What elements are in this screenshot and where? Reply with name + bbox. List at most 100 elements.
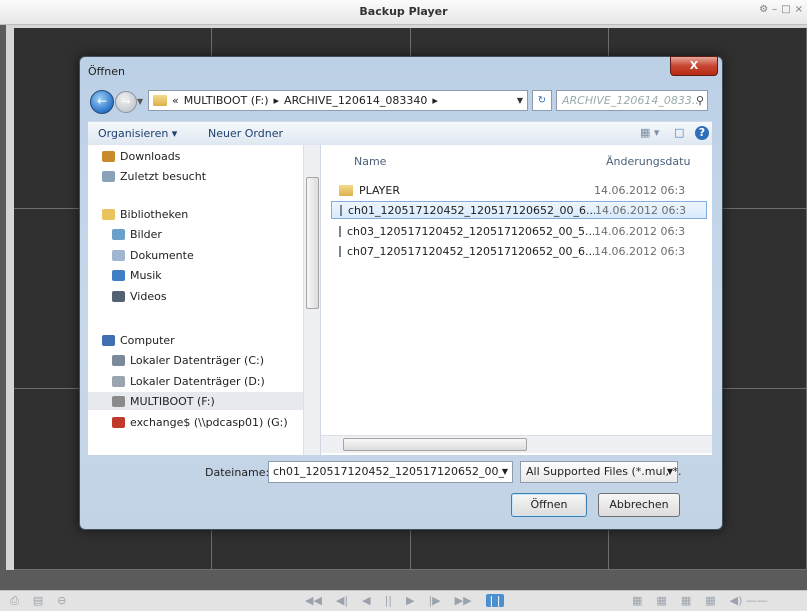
window-controls: ⚙ – □ × — [759, 4, 803, 15]
nav-item-videos[interactable]: Videos — [112, 287, 167, 305]
navigation-row: ← → ▼ « MULTIBOOT (F:) ▸ ARCHIVE_120614_… — [90, 89, 710, 115]
sync-play-icon[interactable]: | | — [485, 594, 505, 607]
nav-item-documents[interactable]: Dokumente — [112, 246, 194, 264]
nav-item-label: MULTIBOOT (F:) — [130, 394, 215, 408]
open-button[interactable]: Öffnen — [511, 493, 587, 517]
nav-item-downloads[interactable]: Downloads — [102, 147, 180, 165]
file-row-ch01[interactable]: ch01_120517120452_120517120652_00_6... 1… — [331, 201, 707, 219]
breadcrumb-separator[interactable]: ▸ — [274, 94, 280, 107]
file-list-pane: Name Änderungsdatu PLAYER 14.06.2012 06:… — [321, 145, 712, 455]
drive-f-icon — [112, 395, 125, 407]
chevron-down-icon[interactable]: ▼ — [667, 462, 673, 482]
cancel-button[interactable]: Abbrechen — [598, 493, 680, 517]
refresh-button[interactable]: ↻ — [532, 90, 552, 111]
file-list-scroll-thumb[interactable] — [343, 438, 527, 451]
nav-item-music[interactable]: Musik — [112, 266, 162, 284]
rewind-icon[interactable]: ◀ — [362, 594, 370, 607]
file-row-player[interactable]: PLAYER 14.06.2012 06:3 — [331, 181, 707, 199]
preview-pane-icon[interactable]: □ — [674, 126, 684, 139]
chevron-down-icon[interactable]: ▼ — [502, 462, 508, 482]
nav-item-label: Bibliotheken — [120, 207, 189, 221]
computer-icon — [102, 334, 115, 346]
file-type-select[interactable]: All Supported Files (*.mul, *. ▼ — [520, 461, 682, 483]
organize-button[interactable]: Organisieren ▾ — [98, 127, 177, 140]
nav-pane-scrollbar[interactable] — [303, 145, 320, 455]
layout-9-icon[interactable]: ▦ — [681, 594, 691, 607]
nav-item-computer[interactable]: Computer — [102, 331, 175, 349]
nav-item-network-drive[interactable]: exchange$ (\\pdcasp01) (G:) — [112, 413, 288, 431]
recent-pages-dropdown[interactable]: ▼ — [137, 97, 143, 106]
breadcrumb-segment[interactable]: MULTIBOOT (F:) — [184, 94, 269, 107]
nav-item-label: Dokumente — [130, 248, 194, 262]
close-icon[interactable]: × — [795, 4, 803, 15]
dialog-footer: Dateiname: ch01_120517120452_12051712065… — [88, 455, 712, 521]
layout-4-icon[interactable]: ▦ — [656, 594, 666, 607]
file-date: 14.06.2012 06:3 — [595, 203, 687, 217]
help-icon[interactable]: ? — [695, 126, 709, 140]
dialog-close-button[interactable]: X — [670, 56, 718, 76]
file-name: ch07_120517120452_120517120652_00_6... — [347, 244, 594, 258]
filename-input[interactable]: ch01_120517120452_120517120652_00_ ▼ — [268, 461, 513, 483]
zoom-out-icon[interactable]: ⊖ — [57, 594, 66, 608]
breadcrumb-separator[interactable]: ▸ — [432, 94, 438, 107]
navigation-pane: Downloads Zuletzt besucht Bibliotheken B… — [88, 145, 321, 455]
documents-icon — [112, 249, 125, 261]
nav-item-label: Zuletzt besucht — [120, 169, 207, 183]
file-icon — [339, 225, 341, 237]
search-input[interactable]: ARCHIVE_120614_0833... ⚲ — [556, 90, 708, 111]
step-back-icon[interactable]: ◀| — [336, 594, 348, 607]
drive-c-icon — [112, 354, 125, 366]
minimize-icon[interactable]: – — [772, 4, 777, 15]
file-type-value: All Supported Files (*.mul, *. — [526, 465, 682, 478]
step-forward-icon[interactable]: |▶ — [428, 594, 440, 607]
view-options-icon[interactable]: ▦ ▾ — [640, 126, 659, 139]
pause-icon[interactable]: || — [385, 594, 392, 607]
nav-pane-scroll-thumb[interactable] — [306, 177, 319, 309]
nav-item-label: Downloads — [120, 149, 181, 163]
layout-controls: ▦ ▦ ▦ ▦ ◀) —— — [632, 594, 768, 607]
fast-forward-icon[interactable]: ▶▶ — [455, 594, 472, 607]
toolbar-left-group: ⎙ ▤ ⊖ — [10, 594, 66, 608]
nav-item-pictures[interactable]: Bilder — [112, 225, 162, 243]
address-bar[interactable]: « MULTIBOOT (F:) ▸ ARCHIVE_120614_083340… — [148, 90, 528, 111]
nav-item-libraries[interactable]: Bibliotheken — [102, 205, 188, 223]
back-button[interactable]: ← — [90, 90, 114, 114]
new-folder-button[interactable]: Neuer Ordner — [208, 127, 283, 140]
record-icon[interactable]: ▤ — [33, 594, 43, 608]
maximize-icon[interactable]: □ — [781, 4, 790, 15]
nav-item-label: Musik — [130, 268, 162, 282]
layout-16-icon[interactable]: ▦ — [705, 594, 715, 607]
layout-1-icon[interactable]: ▦ — [632, 594, 642, 607]
filename-value: ch01_120517120452_120517120652_00_ — [273, 465, 504, 478]
nav-item-recent[interactable]: Zuletzt besucht — [102, 167, 206, 185]
file-list-hscrollbar[interactable] — [321, 435, 712, 453]
address-dropdown-icon[interactable]: ▼ — [513, 96, 527, 105]
file-row-ch07[interactable]: ch07_120517120452_120517120652_00_6... 1… — [331, 242, 707, 260]
file-date: 14.06.2012 06:3 — [594, 224, 686, 238]
volume-slider[interactable]: ◀) —— — [730, 594, 768, 607]
pictures-icon — [112, 228, 125, 240]
column-header-modified[interactable]: Änderungsdatu — [606, 155, 690, 168]
play-icon[interactable]: ▶ — [406, 594, 414, 607]
forward-button[interactable]: → — [115, 91, 137, 113]
breadcrumb-segment[interactable]: ARCHIVE_120614_083340 — [284, 94, 427, 107]
player-title: Backup Player — [359, 5, 448, 18]
rewind-fast-icon[interactable]: ◀◀ — [305, 594, 322, 607]
nav-item-drive-c[interactable]: Lokaler Datenträger (C:) — [112, 351, 264, 369]
libraries-icon — [102, 208, 115, 220]
search-icon[interactable]: ⚲ — [696, 91, 704, 110]
file-row-ch03[interactable]: ch03_120517120452_120517120652_00_5... 1… — [331, 222, 707, 240]
search-placeholder: ARCHIVE_120614_0833... — [562, 94, 703, 107]
open-file-dialog: Öffnen X ← → ▼ « MULTIBOOT (F:) ▸ ARCHIV… — [79, 56, 723, 530]
snapshot-icon[interactable]: ⎙ — [10, 594, 19, 608]
settings-icon[interactable]: ⚙ — [759, 4, 768, 15]
column-header-name[interactable]: Name — [354, 155, 386, 168]
file-date: 14.06.2012 06:3 — [594, 244, 686, 258]
nav-item-label: Lokaler Datenträger (C:) — [130, 353, 265, 367]
recent-icon — [102, 170, 115, 182]
nav-item-drive-d[interactable]: Lokaler Datenträger (D:) — [112, 372, 265, 390]
nav-item-label: Bilder — [130, 227, 162, 241]
nav-item-label: Videos — [130, 289, 167, 303]
dialog-title: Öffnen — [88, 65, 125, 78]
nav-item-drive-f[interactable]: MULTIBOOT (F:) — [88, 392, 306, 410]
